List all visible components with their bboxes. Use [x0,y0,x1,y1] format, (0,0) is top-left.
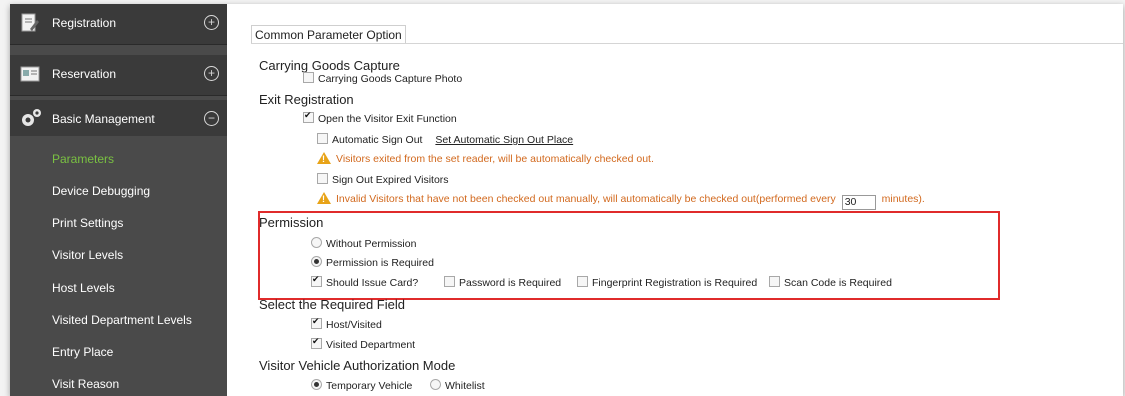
password-required-checkbox[interactable] [444,276,455,287]
scan-code-required-checkbox[interactable] [769,276,780,287]
app-window: Registration + Reservation + Basic Manag… [10,4,1123,396]
auto-sign-out-row: Automatic Sign Out Set Automatic Sign Ou… [317,133,573,146]
temporary-vehicle-option[interactable]: Temporary Vehicle [311,379,412,392]
issue-card-option[interactable]: Should Issue Card? [311,274,419,289]
registration-icon [21,13,39,32]
menu-registration[interactable]: Registration + [10,4,227,45]
warning-icon [317,192,331,204]
carrying-goods-photo-option[interactable]: Carrying Goods Capture Photo [303,72,462,85]
permission-heading: Permission [259,215,324,230]
auto-sign-out-checkbox[interactable] [317,133,328,144]
password-required-label: Password is Required [459,277,562,289]
sidebar-item-visit-reason[interactable]: Visit Reason [52,377,119,391]
whitelist-radio[interactable] [430,379,441,390]
sidebar-item-print-settings[interactable]: Print Settings [52,216,123,230]
temporary-vehicle-label: Temporary Vehicle [326,380,413,392]
issue-card-label: Should Issue Card? [326,277,419,289]
set-auto-sign-out-place-link[interactable]: Set Automatic Sign Out Place [435,134,573,146]
exit-warning-2-suffix: minutes). [881,193,925,205]
fingerprint-required-label: Fingerprint Registration is Required [592,277,758,289]
exit-warning-1-text: Visitors exited from the set reader, wil… [336,153,654,165]
sign-out-expired-option[interactable]: Sign Out Expired Visitors [317,173,449,186]
expand-icon[interactable]: + [204,66,219,81]
temporary-vehicle-radio[interactable] [311,379,322,390]
warning-icon [317,152,331,164]
auto-sign-out-label: Automatic Sign Out [332,134,423,146]
sidebar-item-device-debugging[interactable]: Device Debugging [52,184,150,198]
collapse-icon[interactable]: − [204,111,219,126]
scan-code-required-option[interactable]: Scan Code is Required [769,276,892,289]
sidebar-item-host-levels[interactable]: Host Levels [52,281,115,295]
sign-out-expired-checkbox[interactable] [317,173,328,184]
password-required-option[interactable]: Password is Required [444,276,561,289]
auto-checkout-interval-input[interactable]: 30 [841,195,876,210]
reservation-icon [20,66,40,82]
host-visited-checkbox[interactable] [311,316,322,329]
exit-warning-1: Visitors exited from the set reader, wil… [317,152,654,165]
permission-required-option[interactable]: Permission is Required [311,256,434,269]
permission-required-radio[interactable] [311,256,322,267]
carrying-goods-heading: Carrying Goods Capture [259,58,400,73]
without-permission-label: Without Permission [326,238,417,250]
visited-department-checkbox[interactable] [311,336,322,349]
sidebar-item-parameters[interactable]: Parameters [52,152,114,166]
without-permission-option[interactable]: Without Permission [311,237,416,250]
sign-out-expired-label: Sign Out Expired Visitors [332,174,449,186]
exit-warning-2: Invalid Visitors that have not been chec… [317,192,925,210]
carrying-goods-photo-label: Carrying Goods Capture Photo [318,73,463,85]
scan-code-required-label: Scan Code is Required [784,277,892,289]
menu-basic-management-label: Basic Management [52,112,155,126]
auto-sign-out-option[interactable]: Automatic Sign Out [317,133,423,146]
fingerprint-required-checkbox[interactable] [577,276,588,287]
sidebar-item-entry-place[interactable]: Entry Place [52,345,113,359]
whitelist-option[interactable]: Whitelist [430,379,485,392]
host-visited-option[interactable]: Host/Visited [311,316,382,331]
fingerprint-required-option[interactable]: Fingerprint Registration is Required [577,276,757,289]
sidebar-item-visitor-levels[interactable]: Visitor Levels [52,248,123,262]
visited-department-option[interactable]: Visited Department [311,336,416,351]
exit-registration-heading: Exit Registration [259,92,354,107]
menu-reservation[interactable]: Reservation + [10,55,227,96]
menu-registration-label: Registration [52,16,117,30]
vehicle-mode-heading: Visitor Vehicle Authorization Mode [259,358,456,373]
gears-icon [22,109,41,126]
exit-warning-2-text: Invalid Visitors that have not been chec… [336,193,836,205]
menu-basic-management[interactable]: Basic Management − [10,100,227,136]
menu-reservation-label: Reservation [52,67,117,81]
whitelist-label: Whitelist [445,380,485,392]
host-visited-label: Host/Visited [326,319,382,331]
issue-card-checkbox[interactable] [311,274,322,287]
tab-common-parameter-option[interactable]: Common Parameter Option [251,25,406,44]
tab-divider [251,43,1123,44]
open-exit-checkbox[interactable] [303,110,314,123]
main-content: Common Parameter Option Carrying Goods C… [227,4,1123,396]
required-field-heading: Select the Required Field [259,297,405,312]
expand-icon[interactable]: + [204,15,219,30]
carrying-goods-photo-checkbox[interactable] [303,72,314,83]
sidebar-item-visited-department-levels[interactable]: Visited Department Levels [52,313,192,327]
sidebar: Registration + Reservation + Basic Manag… [10,4,227,396]
open-exit-label: Open the Visitor Exit Function [318,113,457,125]
without-permission-radio[interactable] [311,237,322,248]
open-exit-option[interactable]: Open the Visitor Exit Function [303,110,457,125]
permission-required-label: Permission is Required [326,257,434,269]
visited-department-label: Visited Department [326,339,416,351]
